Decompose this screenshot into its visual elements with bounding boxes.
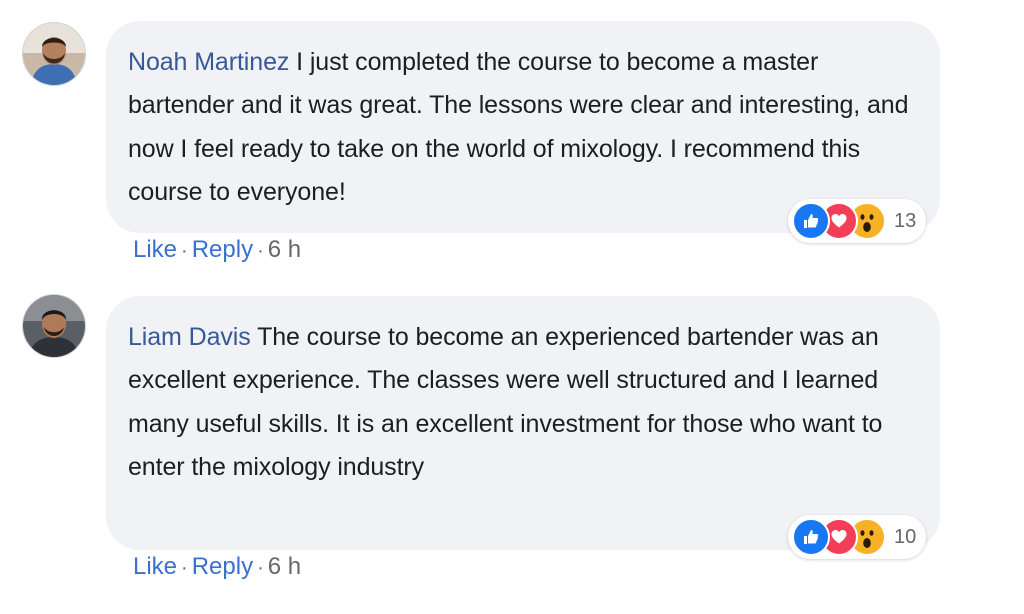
comment-author[interactable]: Noah Martinez [128,48,289,76]
like-icon [792,202,830,240]
comment-text-block: Liam Davis The course to become an exper… [128,316,916,490]
avatar[interactable] [22,294,86,358]
comment-timestamp[interactable]: 6 h [268,553,301,581]
reactions-summary[interactable]: 10 [788,515,927,559]
separator: · [257,557,264,579]
reaction-count: 13 [894,209,917,232]
comment-timestamp[interactable]: 6 h [268,236,301,264]
comment-author[interactable]: Liam Davis [128,323,251,351]
like-link[interactable]: Like [133,553,177,581]
like-link[interactable]: Like [133,236,177,264]
comment-bubble: Liam Davis The course to become an exper… [106,296,940,550]
reply-link[interactable]: Reply [192,236,253,264]
reactions-summary[interactable]: 13 [788,199,927,243]
reaction-count: 10 [894,525,917,548]
separator: · [181,557,188,579]
comment-actions: Like · Reply · 6 h [133,553,301,581]
avatar[interactable] [22,22,86,86]
separator: · [257,240,264,262]
reply-link[interactable]: Reply [192,553,253,581]
separator: · [181,240,188,262]
comment-actions: Like · Reply · 6 h [133,236,301,264]
comment-text-block: Noah Martinez I just completed the cours… [128,41,916,215]
like-icon [792,518,830,556]
